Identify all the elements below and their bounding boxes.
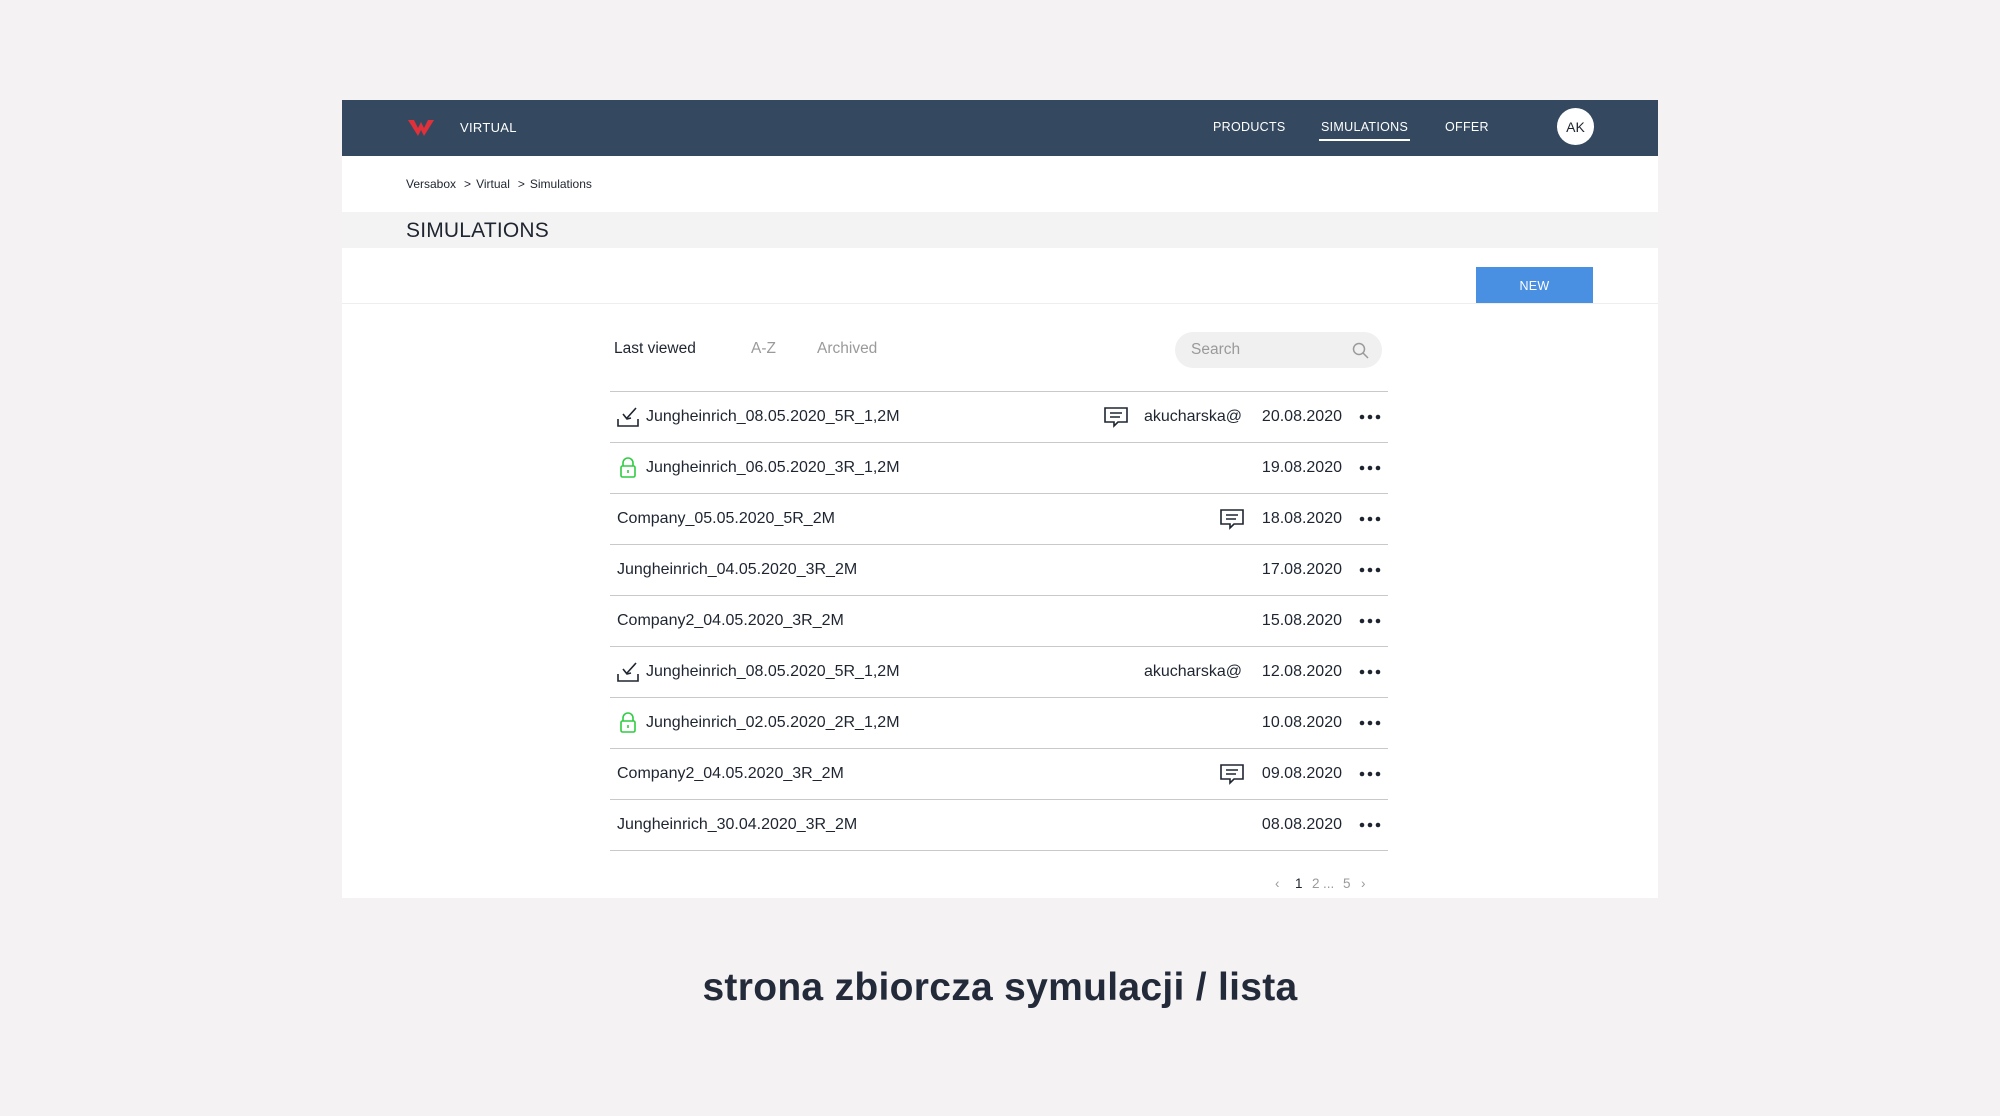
simulation-name[interactable]: Jungheinrich_08.05.2020_5R_1,2M xyxy=(646,663,900,681)
simulation-name[interactable]: Company_05.05.2020_5R_2M xyxy=(617,510,835,528)
nav-item-products[interactable]: PRODUCTS xyxy=(1213,120,1286,134)
versabox-logo[interactable] xyxy=(406,118,436,138)
list-item[interactable]: Jungheinrich_08.05.2020_5R_1,2M akucharsk… xyxy=(610,391,1388,442)
simulation-name[interactable]: Jungheinrich_08.05.2020_5R_1,2M xyxy=(646,408,900,426)
simulations-list: Jungheinrich_08.05.2020_5R_1,2M akucharsk… xyxy=(610,391,1388,851)
simulation-name[interactable]: Jungheinrich_04.05.2020_3R_2M xyxy=(617,561,857,579)
simulation-date: 09.08.2020 xyxy=(1261,765,1342,782)
more-options-icon[interactable] xyxy=(1356,610,1384,632)
divider xyxy=(342,303,1658,304)
breadcrumb-simulations[interactable]: Simulations xyxy=(530,177,592,191)
simulation-name[interactable]: Jungheinrich_30.04.2020_3R_2M xyxy=(617,816,857,834)
list-item[interactable]: Company2_04.05.2020_3R_2M 09.08.2020 xyxy=(610,748,1388,799)
simulation-name[interactable]: Company2_04.05.2020_3R_2M xyxy=(617,612,844,630)
list-item[interactable]: Jungheinrich_30.04.2020_3R_2M 08.08.2020 xyxy=(610,799,1388,851)
search-placeholder: Search xyxy=(1191,341,1241,358)
search-icon[interactable] xyxy=(1352,342,1369,359)
list-item[interactable]: Jungheinrich_06.05.2020_3R_1,2M 19.08.202… xyxy=(610,442,1388,493)
search-input[interactable]: Search xyxy=(1175,332,1382,368)
simulation-name[interactable]: Jungheinrich_06.05.2020_3R_1,2M xyxy=(646,459,900,477)
breadcrumb: Versabox > Virtual > Simulations xyxy=(406,177,592,191)
list-item[interactable]: Jungheinrich_08.05.2020_5R_1,2M akucharsk… xyxy=(610,646,1388,697)
simulation-date: 18.08.2020 xyxy=(1261,510,1342,527)
caption: strona zbiorcza symulacji / lista xyxy=(702,966,1298,1009)
more-options-icon[interactable] xyxy=(1356,763,1384,785)
tab-archived[interactable]: Archived xyxy=(817,340,877,358)
list-item[interactable]: Company_05.05.2020_5R_2M 18.08.2020 xyxy=(610,493,1388,544)
user-avatar[interactable]: AK xyxy=(1557,108,1594,145)
simulation-date: 10.08.2020 xyxy=(1261,714,1342,731)
more-options-icon[interactable] xyxy=(1356,508,1384,530)
breadcrumb-versabox[interactable]: Versabox xyxy=(406,177,456,191)
lock-icon xyxy=(616,711,640,735)
more-options-icon[interactable] xyxy=(1356,661,1384,683)
list-item[interactable]: Jungheinrich_04.05.2020_3R_2M 17.08.2020 xyxy=(610,544,1388,595)
page-ellipsis: ... xyxy=(1323,876,1335,891)
new-simulation-button[interactable]: NEW xyxy=(1476,267,1593,304)
simulation-date: 17.08.2020 xyxy=(1261,561,1342,578)
tab-a-z[interactable]: A-Z xyxy=(751,340,776,358)
page-5[interactable]: 5 xyxy=(1343,876,1351,891)
comment-icon[interactable] xyxy=(1219,763,1245,785)
next-page-icon[interactable]: › xyxy=(1361,876,1366,891)
tab-last-viewed[interactable]: Last viewed xyxy=(614,340,696,358)
breadcrumb-virtual[interactable]: Virtual xyxy=(476,177,510,191)
prev-page-icon[interactable]: ‹ xyxy=(1275,876,1280,891)
lock-icon xyxy=(616,456,640,480)
simulation-date: 20.08.2020 xyxy=(1261,408,1342,425)
comment-icon[interactable] xyxy=(1103,406,1129,428)
title-band: SIMULATIONS xyxy=(342,212,1658,248)
shared-user: akucharska@ xyxy=(1143,663,1242,680)
more-options-icon[interactable] xyxy=(1356,406,1384,428)
nav-item-simulations[interactable]: SIMULATIONS xyxy=(1318,120,1411,141)
comment-icon[interactable] xyxy=(1219,508,1245,530)
simulation-date: 15.08.2020 xyxy=(1261,612,1342,629)
brand-label: VIRTUAL xyxy=(460,120,517,135)
list-item[interactable]: Jungheinrich_02.05.2020_2R_1,2M 10.08.202… xyxy=(610,697,1388,748)
page-title: SIMULATIONS xyxy=(406,219,549,242)
top-navigation-bar: VIRTUAL PRODUCTS SIMULATIONS OFFER AK xyxy=(342,100,1658,156)
more-options-icon[interactable] xyxy=(1356,457,1384,479)
download-icon xyxy=(616,405,640,429)
simulation-date: 08.08.2020 xyxy=(1261,816,1342,833)
page-1[interactable]: 1 xyxy=(1295,876,1303,891)
chevron-right-icon: > xyxy=(464,177,472,191)
chevron-right-icon: > xyxy=(517,177,525,191)
app-window: VIRTUAL PRODUCTS SIMULATIONS OFFER AK Ve… xyxy=(342,100,1658,898)
download-icon xyxy=(616,660,640,684)
more-options-icon[interactable] xyxy=(1356,712,1384,734)
list-item[interactable]: Company2_04.05.2020_3R_2M 15.08.2020 xyxy=(610,595,1388,646)
nav-item-offer[interactable]: OFFER xyxy=(1445,120,1489,134)
more-options-icon[interactable] xyxy=(1356,559,1384,581)
simulation-date: 19.08.2020 xyxy=(1261,459,1342,476)
simulation-name[interactable]: Company2_04.05.2020_3R_2M xyxy=(617,765,844,783)
more-options-icon[interactable] xyxy=(1356,814,1384,836)
page-2[interactable]: 2 xyxy=(1312,876,1320,891)
shared-user: akucharska@ xyxy=(1143,408,1242,425)
simulation-date: 12.08.2020 xyxy=(1261,663,1342,680)
simulation-name[interactable]: Jungheinrich_02.05.2020_2R_1,2M xyxy=(646,714,900,732)
